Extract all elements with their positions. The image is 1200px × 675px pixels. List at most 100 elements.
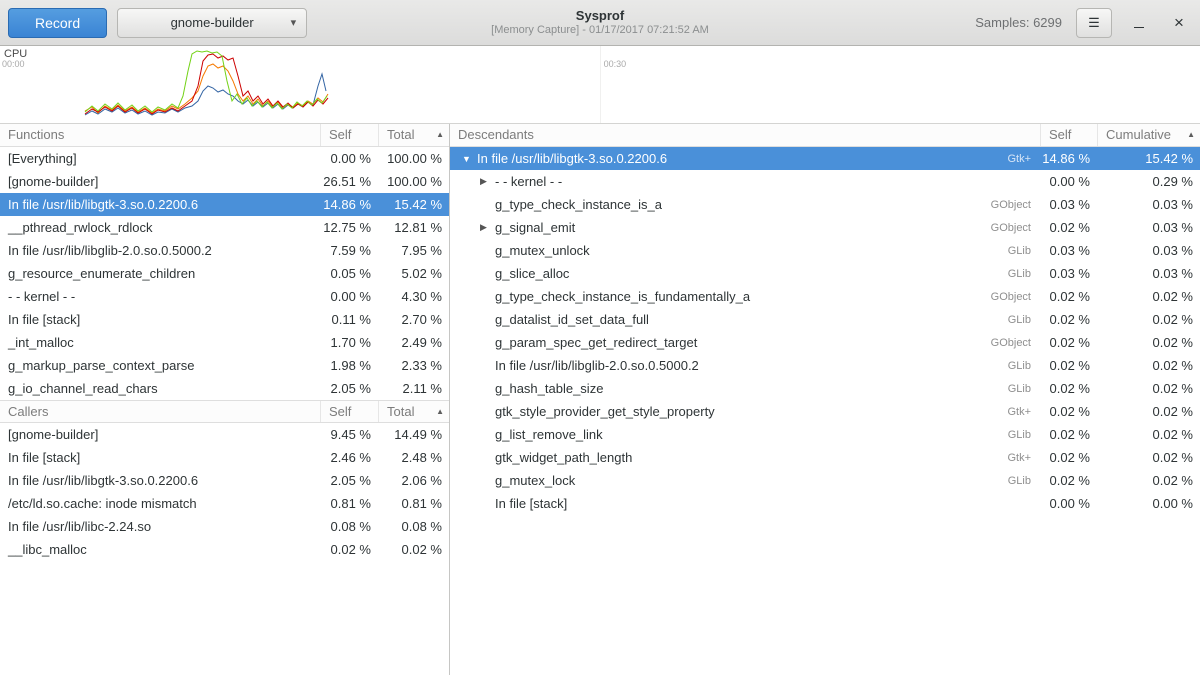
functions-column-header[interactable]: Functions: [0, 124, 320, 146]
sort-arrow-icon: ▲: [436, 401, 449, 423]
function-name-cell: In file [stack]: [450, 496, 1040, 511]
self-percent: 0.81 %: [320, 496, 378, 511]
total-percent: 14.49 %: [378, 427, 449, 442]
total-percent: 7.95 %: [378, 243, 449, 258]
caller-row[interactable]: In file /usr/lib/libc-2.24.so0.08 %0.08 …: [0, 515, 449, 538]
function-name: _int_malloc: [0, 335, 320, 350]
cpu-line-green: [85, 51, 327, 112]
self-column-header[interactable]: Self: [320, 401, 378, 422]
descendant-row[interactable]: In file /usr/lib/libglib-2.0.so.0.5000.2…: [450, 354, 1200, 377]
descendant-row[interactable]: g_datalist_id_set_data_fullGLib0.02 %0.0…: [450, 308, 1200, 331]
total-column-header[interactable]: Total▲: [378, 124, 449, 146]
descendant-row[interactable]: g_hash_table_sizeGLib0.02 %0.02 %: [450, 377, 1200, 400]
function-name-cell: g_param_spec_get_redirect_targetGObject: [450, 335, 1040, 350]
descendant-row[interactable]: g_mutex_unlockGLib0.03 %0.03 %: [450, 239, 1200, 262]
function-row[interactable]: [gnome-builder]26.51 %100.00 %: [0, 170, 449, 193]
function-row[interactable]: [Everything]0.00 %100.00 %: [0, 147, 449, 170]
self-percent: 2.46 %: [320, 450, 378, 465]
descendant-row[interactable]: g_slice_allocGLib0.03 %0.03 %: [450, 262, 1200, 285]
indent-spacer: [458, 319, 480, 320]
function-name-cell: gtk_widget_path_lengthGtk+: [450, 450, 1040, 465]
function-name-cell: g_mutex_unlockGLib: [450, 243, 1040, 258]
function-name: In file [stack]: [495, 496, 567, 511]
function-name: In file /usr/lib/libgtk-3.so.0.2200.6: [0, 197, 320, 212]
minimize-button[interactable]: [1126, 10, 1152, 36]
function-row[interactable]: In file /usr/lib/libgtk-3.so.0.2200.614.…: [0, 193, 449, 216]
library-badge: GObject: [991, 222, 1040, 234]
function-row[interactable]: g_resource_enumerate_children0.05 %5.02 …: [0, 262, 449, 285]
menu-button[interactable]: ☰: [1076, 8, 1112, 38]
function-name: g_type_check_instance_is_fundamentally_a: [495, 289, 750, 304]
caller-row[interactable]: In file [stack]2.46 %2.48 %: [0, 446, 449, 469]
self-percent: 0.02 %: [1040, 404, 1097, 419]
callers-column-header[interactable]: Callers: [0, 401, 320, 422]
expander-icon[interactable]: ▶: [480, 176, 495, 187]
function-row[interactable]: _int_malloc1.70 %2.49 %: [0, 331, 449, 354]
library-badge: GObject: [991, 337, 1040, 349]
cumulative-percent: 0.03 %: [1097, 220, 1200, 235]
function-row[interactable]: g_io_channel_read_chars2.05 %2.11 %: [0, 377, 449, 400]
total-percent: 2.33 %: [378, 358, 449, 373]
caller-row[interactable]: __libc_malloc0.02 %0.02 %: [0, 538, 449, 561]
descendant-row[interactable]: ▶- - kernel - -0.00 %0.29 %: [450, 170, 1200, 193]
function-name-cell: g_slice_allocGLib: [450, 266, 1040, 281]
total-percent: 4.30 %: [378, 289, 449, 304]
cpu-graph[interactable]: CPU 00:00 00:30: [0, 46, 1200, 124]
function-name: g_datalist_id_set_data_full: [495, 312, 649, 327]
callers-table-header: Callers Self Total ▲: [0, 400, 449, 423]
descendant-row[interactable]: g_mutex_lockGLib0.02 %0.02 %: [450, 469, 1200, 492]
title-box: Sysprof [Memory Capture] - 01/17/2017 07…: [491, 8, 709, 38]
expander-icon[interactable]: ▶: [480, 222, 495, 233]
close-icon: ×: [1174, 14, 1184, 31]
cumulative-percent: 0.29 %: [1097, 174, 1200, 189]
process-selector-dropdown[interactable]: gnome-builder ▾: [117, 8, 307, 38]
descendant-row[interactable]: gtk_widget_path_lengthGtk+0.02 %0.02 %: [450, 446, 1200, 469]
indent-spacer: [458, 365, 480, 366]
function-name-cell: g_hash_table_sizeGLib: [450, 381, 1040, 396]
self-percent: 14.86 %: [320, 197, 378, 212]
descendants-column-header[interactable]: Descendants: [450, 124, 1040, 146]
function-row[interactable]: g_markup_parse_context_parse1.98 %2.33 %: [0, 354, 449, 377]
descendant-row[interactable]: g_list_remove_linkGLib0.02 %0.02 %: [450, 423, 1200, 446]
caller-row[interactable]: /etc/ld.so.cache: inode mismatch0.81 %0.…: [0, 492, 449, 515]
function-row[interactable]: In file [stack]0.11 %2.70 %: [0, 308, 449, 331]
self-column-header[interactable]: Self: [1040, 124, 1097, 146]
record-button[interactable]: Record: [8, 8, 107, 38]
function-name: /etc/ld.so.cache: inode mismatch: [0, 496, 320, 511]
self-percent: 0.00 %: [1040, 174, 1097, 189]
headerbar: Record gnome-builder ▾ Sysprof [Memory C…: [0, 0, 1200, 46]
function-name: g_slice_alloc: [495, 266, 569, 281]
process-selector-label: gnome-builder: [171, 15, 254, 30]
self-column-header[interactable]: Self: [320, 124, 378, 146]
total-column-header[interactable]: Total ▲: [378, 401, 449, 422]
descendant-row[interactable]: gtk_style_provider_get_style_propertyGtk…: [450, 400, 1200, 423]
descendant-row[interactable]: g_param_spec_get_redirect_targetGObject0…: [450, 331, 1200, 354]
cumulative-percent: 0.02 %: [1097, 312, 1200, 327]
caller-row[interactable]: [gnome-builder]9.45 %14.49 %: [0, 423, 449, 446]
total-column-label: Total: [387, 401, 414, 423]
expander-icon[interactable]: ▼: [462, 154, 477, 164]
caller-row[interactable]: In file /usr/lib/libgtk-3.so.0.2200.62.0…: [0, 469, 449, 492]
cumulative-percent: 0.02 %: [1097, 404, 1200, 419]
function-row[interactable]: - - kernel - -0.00 %4.30 %: [0, 285, 449, 308]
cumulative-percent: 0.02 %: [1097, 427, 1200, 442]
indent-spacer: [458, 204, 480, 205]
descendant-row[interactable]: In file [stack]0.00 %0.00 %: [450, 492, 1200, 515]
cumulative-column-header[interactable]: Cumulative▲: [1097, 124, 1200, 146]
library-badge: GLib: [1008, 245, 1040, 257]
self-percent: 0.00 %: [320, 289, 378, 304]
function-row[interactable]: __pthread_rwlock_rdlock12.75 %12.81 %: [0, 216, 449, 239]
function-name: g_mutex_lock: [495, 473, 575, 488]
function-name: In file [stack]: [0, 312, 320, 327]
descendant-row[interactable]: ▼In file /usr/lib/libgtk-3.so.0.2200.6Gt…: [450, 147, 1200, 170]
function-name-cell: ▼In file /usr/lib/libgtk-3.so.0.2200.6Gt…: [450, 151, 1040, 166]
descendant-row[interactable]: g_type_check_instance_is_fundamentally_a…: [450, 285, 1200, 308]
cumulative-percent: 0.03 %: [1097, 243, 1200, 258]
descendant-row[interactable]: g_type_check_instance_is_aGObject0.03 %0…: [450, 193, 1200, 216]
self-percent: 2.05 %: [320, 473, 378, 488]
descendant-row[interactable]: ▶g_signal_emitGObject0.02 %0.03 %: [450, 216, 1200, 239]
function-name: In file /usr/lib/libc-2.24.so: [0, 519, 320, 534]
window-title: Sysprof: [491, 8, 709, 24]
close-button[interactable]: ×: [1166, 10, 1192, 36]
function-row[interactable]: In file /usr/lib/libglib-2.0.so.0.5000.2…: [0, 239, 449, 262]
